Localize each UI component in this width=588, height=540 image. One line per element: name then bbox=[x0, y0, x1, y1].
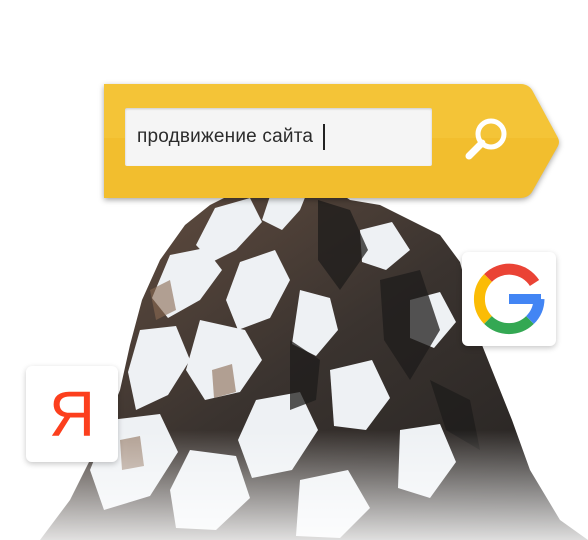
yandex-card[interactable]: Я bbox=[26, 366, 118, 462]
hero-illustration: продвижение сайта Я bbox=[0, 0, 588, 540]
search-button[interactable] bbox=[455, 108, 519, 166]
magnifier-icon bbox=[465, 118, 507, 160]
search-query-text: продвижение сайта bbox=[137, 126, 314, 147]
google-card[interactable] bbox=[462, 252, 556, 346]
text-caret bbox=[323, 124, 326, 150]
google-g-icon bbox=[473, 263, 545, 335]
yandex-ya-icon: Я bbox=[48, 378, 96, 450]
search-input[interactable]: продвижение сайта bbox=[125, 108, 432, 166]
